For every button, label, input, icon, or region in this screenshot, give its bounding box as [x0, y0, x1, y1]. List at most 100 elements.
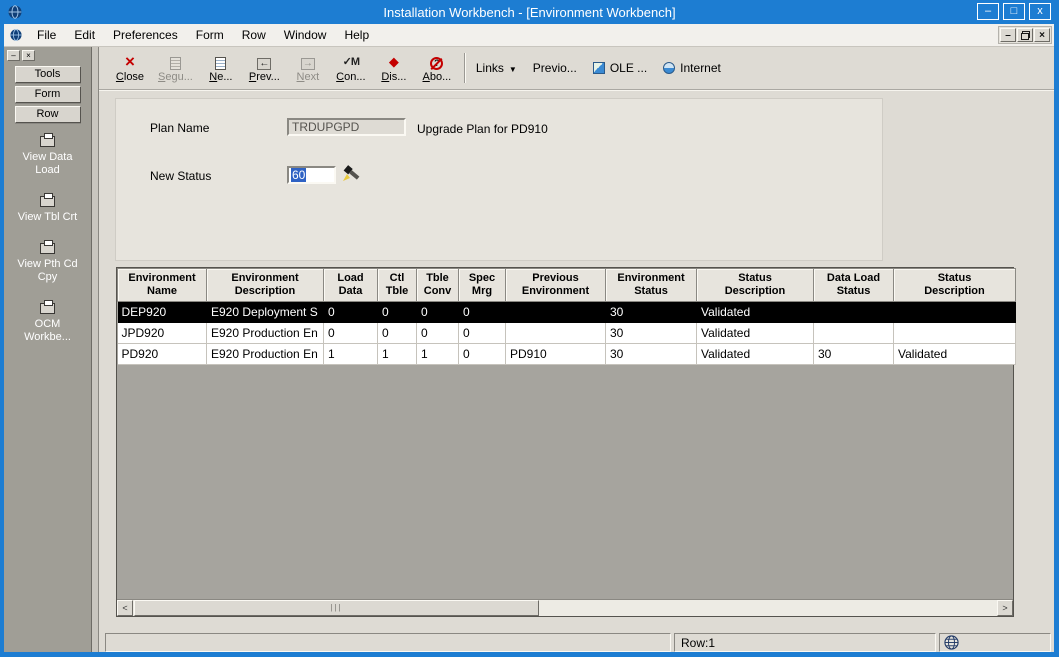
mdi-restore-button[interactable]: [1017, 28, 1033, 42]
hscroll-thumb[interactable]: [134, 600, 539, 616]
toolbar-button-abo[interactable]: Abo...: [422, 57, 452, 83]
grid-column-header[interactable]: Environment Status: [606, 269, 697, 302]
window-close-button[interactable]: x: [1029, 3, 1051, 20]
grid-row[interactable]: PD920E920 Production En1110PD91030Valida…: [118, 344, 1016, 365]
grid-row[interactable]: JPD920E920 Production En000030Validated: [118, 323, 1016, 344]
mdi-minimize-button[interactable]: [1000, 28, 1016, 42]
toolbar-button-close[interactable]: Close: [115, 54, 145, 83]
grid-cell[interactable]: Validated: [894, 344, 1016, 365]
sidebar-exits: View Data Load View Tbl Crt View Pth Cd Cp…: [4, 136, 91, 344]
sidebar-tab-row[interactable]: Row: [15, 106, 81, 123]
mdi-close-button[interactable]: [1034, 28, 1050, 42]
grid-cell[interactable]: 0: [417, 302, 459, 323]
toolbar-button-dis[interactable]: Dis...: [379, 54, 409, 83]
next-icon: [301, 58, 315, 70]
menu-item-row[interactable]: Row: [233, 24, 275, 46]
grid-cell[interactable]: E920 Deployment S: [207, 302, 324, 323]
grid-column-header[interactable]: Spec Mrg: [459, 269, 506, 302]
window-maximize-button[interactable]: □: [1003, 3, 1025, 20]
link-previo[interactable]: Previo...: [533, 61, 577, 75]
grid-column-header[interactable]: Tble Conv: [417, 269, 459, 302]
grid-cell[interactable]: JPD920: [118, 323, 207, 344]
window-minimize-button[interactable]: –: [977, 3, 999, 20]
plan-name-description: Upgrade Plan for PD910: [417, 122, 548, 136]
grid-column-header[interactable]: Load Data: [324, 269, 378, 302]
sidebar-close-button[interactable]: [22, 50, 35, 61]
grid-row[interactable]: DEP920E920 Deployment S000030Validated: [118, 302, 1016, 323]
statusbar: Row:1: [105, 630, 1051, 652]
grid-column-header[interactable]: Status Description: [894, 269, 1016, 302]
grid-cell[interactable]: 30: [606, 302, 697, 323]
grid-cell[interactable]: 1: [417, 344, 459, 365]
grid-cell[interactable]: 30: [606, 323, 697, 344]
toolbar-button-con[interactable]: Con...: [336, 54, 366, 83]
link-ole[interactable]: OLE ...: [593, 61, 647, 75]
visual-assist-button[interactable]: [340, 162, 364, 184]
grid-cell[interactable]: E920 Production En: [207, 323, 324, 344]
grid-cell[interactable]: [506, 302, 606, 323]
grid-column-header[interactable]: Ctl Tble: [378, 269, 417, 302]
menu-item-help[interactable]: Help: [335, 24, 378, 46]
new-status-value: 60: [291, 168, 306, 182]
sidebar-item-ocm-workbe[interactable]: OCM Workbe...: [11, 303, 85, 344]
grid-cell[interactable]: [894, 302, 1016, 323]
hscroll-left-button[interactable]: [117, 600, 133, 616]
grid-cell[interactable]: 30: [814, 344, 894, 365]
grid-cell[interactable]: 0: [459, 302, 506, 323]
grid-cell[interactable]: DEP920: [118, 302, 207, 323]
report-icon: [40, 136, 55, 147]
sidebar-item-view-pth-cd-cpy[interactable]: View Pth Cd Cpy: [11, 243, 85, 284]
sidebar-item-view-data-load[interactable]: View Data Load: [11, 136, 85, 177]
grid-cell[interactable]: Validated: [697, 302, 814, 323]
grid-cell[interactable]: 1: [378, 344, 417, 365]
grid-column-header[interactable]: Environment Name: [118, 269, 207, 302]
grid-cell[interactable]: 30: [606, 344, 697, 365]
grid-column-header[interactable]: Status Description: [697, 269, 814, 302]
grid-column-header[interactable]: Previous Environment: [506, 269, 606, 302]
toolbar-button-prev[interactable]: Prev...: [249, 58, 280, 83]
sidebar-tab-tools[interactable]: Tools: [15, 66, 81, 83]
hscroll-right-button[interactable]: [997, 600, 1013, 616]
confirm-icon: [343, 54, 359, 70]
link-internet[interactable]: Internet: [663, 61, 721, 75]
grid-cell[interactable]: 1: [324, 344, 378, 365]
grid-cell[interactable]: [814, 302, 894, 323]
grid-cell[interactable]: 0: [459, 344, 506, 365]
menu-items: FileEditPreferencesFormRowWindowHelp: [28, 24, 378, 46]
sidebar-splitter[interactable]: [92, 47, 99, 652]
toolbar-button-ne[interactable]: Ne...: [206, 57, 236, 83]
sidebar-item-view-tbl-crt[interactable]: View Tbl Crt: [11, 196, 85, 224]
grid-cell[interactable]: Validated: [697, 323, 814, 344]
grid-cell[interactable]: PD910: [506, 344, 606, 365]
menu-item-file[interactable]: File: [28, 24, 65, 46]
grid-cell[interactable]: 0: [378, 302, 417, 323]
hscroll-track[interactable]: [539, 600, 997, 616]
menu-item-preferences[interactable]: Preferences: [104, 24, 187, 46]
mdi-child-icon: [10, 29, 22, 41]
grid-cell[interactable]: 0: [324, 302, 378, 323]
menu-item-edit[interactable]: Edit: [65, 24, 104, 46]
grid-cell[interactable]: PD920: [118, 344, 207, 365]
grid-cell[interactable]: 0: [417, 323, 459, 344]
grid-column-header[interactable]: Environment Description: [207, 269, 324, 302]
grid-cell[interactable]: [814, 323, 894, 344]
sidebar-minimize-button[interactable]: [7, 50, 20, 61]
grid-cell[interactable]: Validated: [697, 344, 814, 365]
menu-item-window[interactable]: Window: [275, 24, 336, 46]
grid-cell[interactable]: 0: [324, 323, 378, 344]
mdi-window-controls: [998, 26, 1052, 44]
grid-column-header[interactable]: Data Load Status: [814, 269, 894, 302]
grid-cell[interactable]: [894, 323, 1016, 344]
grid-cell[interactable]: 0: [459, 323, 506, 344]
menu-item-form[interactable]: Form: [187, 24, 233, 46]
grid-cell[interactable]: 0: [378, 323, 417, 344]
horizontal-scrollbar[interactable]: [117, 599, 1013, 616]
sidebar-tab-form[interactable]: Form: [15, 86, 81, 103]
window-title: Installation Workbench - [Environment Wo…: [0, 5, 1059, 20]
grid-cell[interactable]: [506, 323, 606, 344]
grid-cell[interactable]: E920 Production En: [207, 344, 324, 365]
new-status-input[interactable]: 60: [287, 166, 336, 184]
link-links[interactable]: Links: [476, 61, 517, 75]
report-icon: [40, 243, 55, 254]
grid-empty-area: [117, 365, 1013, 599]
